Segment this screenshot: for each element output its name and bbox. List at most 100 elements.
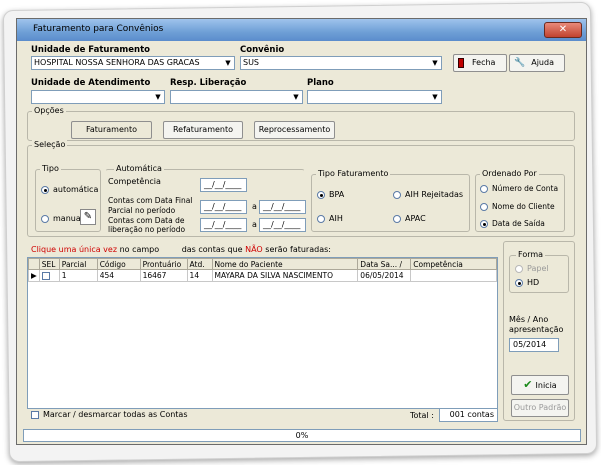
instruction-text: Clique uma única vez no campo das contas… bbox=[31, 245, 331, 254]
instruction-part3: das contas que bbox=[181, 245, 243, 254]
tipo-manual-radio[interactable] bbox=[41, 215, 49, 223]
mes-ano-input[interactable]: 05/2014 bbox=[509, 338, 559, 352]
competencia-input[interactable]: __/__/____ bbox=[200, 178, 247, 192]
fecha-button[interactable]: Fecha bbox=[453, 54, 507, 72]
grid-col-parcial[interactable]: Parcial bbox=[58, 258, 98, 270]
grid-col-data-saida[interactable]: Data Sa... / bbox=[357, 258, 412, 270]
apac-radio[interactable] bbox=[393, 215, 401, 223]
table-row[interactable]: ▶ 1 454 16467 14 MAYARA DA SILVA NASCIME… bbox=[28, 269, 497, 282]
bpa-radio[interactable] bbox=[317, 191, 325, 199]
parcial-to-input[interactable]: __/__/____ bbox=[259, 200, 306, 214]
instruction-part4: NÃO bbox=[245, 245, 263, 254]
opcoes-title: Opções bbox=[32, 106, 66, 115]
grid-col-prontuario[interactable]: Prontuário bbox=[139, 258, 188, 270]
grid-col-sel[interactable]: SEL bbox=[38, 258, 60, 270]
unidade-atendimento-combo[interactable]: ▼ bbox=[31, 90, 165, 104]
instruction-part2: no campo bbox=[119, 245, 160, 254]
forma-papel-label: Papel bbox=[527, 264, 549, 273]
forma-papel-radio[interactable] bbox=[515, 265, 523, 273]
tipo-automatica-radio[interactable] bbox=[41, 186, 49, 194]
chevron-down-icon[interactable]: ▼ bbox=[290, 91, 302, 103]
tipo-manual-label: manual bbox=[53, 214, 83, 223]
ordenado-por-title: Ordenado Por bbox=[480, 169, 539, 178]
liberacao-label-1: Contas com Data de bbox=[108, 216, 185, 225]
row-sel-cell[interactable] bbox=[38, 269, 60, 282]
plano-combo[interactable]: ▼ bbox=[307, 90, 442, 104]
ajuda-button[interactable]: 🔧 Ajuda bbox=[509, 54, 565, 72]
automatica-title: Automática bbox=[114, 164, 164, 173]
parcial-sep: a bbox=[252, 202, 257, 211]
total-label: Total : bbox=[410, 411, 434, 420]
data-saida-radio[interactable] bbox=[480, 220, 488, 228]
chevron-down-icon[interactable]: ▼ bbox=[222, 57, 234, 69]
outro-padrao-button[interactable]: Outro Padrão bbox=[511, 399, 569, 417]
row-sel-checkbox[interactable] bbox=[41, 272, 50, 280]
row-indicator-icon: ▶ bbox=[28, 269, 40, 282]
aih-label: AIH bbox=[329, 214, 343, 223]
faturamento-button[interactable]: Faturamento bbox=[71, 121, 152, 139]
data-saida-label: Data de Saída bbox=[492, 219, 545, 228]
forma-hd-radio[interactable] bbox=[515, 279, 523, 287]
help-icon: 🔧 bbox=[514, 58, 526, 68]
bpa-label: BPA bbox=[329, 190, 345, 199]
resp-liberacao-label: Resp. Liberação bbox=[170, 78, 247, 88]
inicia-button[interactable]: ✔ Inicia bbox=[511, 375, 569, 395]
unidade-faturamento-combo[interactable]: HOSPITAL NOSSA SENHORA DAS GRACAS ▼ bbox=[31, 56, 235, 70]
tipo-automatica-label: automática bbox=[53, 185, 99, 194]
grid-col-nome[interactable]: Nome do Paciente bbox=[211, 258, 359, 270]
nome-cliente-label: Nome do Cliente bbox=[492, 202, 555, 211]
row-prontuario-cell: 16467 bbox=[139, 269, 188, 282]
check-icon: ✔ bbox=[523, 378, 533, 391]
inicia-label: Inicia bbox=[535, 381, 557, 390]
numero-conta-radio[interactable] bbox=[480, 185, 488, 193]
competencia-label: Competência bbox=[108, 177, 161, 186]
chevron-down-icon[interactable]: ▼ bbox=[152, 91, 164, 103]
selecao-title: Seleção bbox=[32, 140, 68, 149]
title-bar: Faturamento para Convênios ✕ bbox=[17, 19, 586, 41]
accounts-grid[interactable]: SEL Parcial Código Prontuário Atd. Nome … bbox=[27, 257, 498, 409]
aih-radio[interactable] bbox=[317, 215, 325, 223]
plano-label: Plano bbox=[307, 78, 334, 88]
convenio-combo[interactable]: SUS ▼ bbox=[240, 56, 442, 70]
parcial-from-input[interactable]: __/__/____ bbox=[200, 200, 247, 214]
fecha-label: Fecha bbox=[472, 58, 496, 67]
forma-hd-label: HD bbox=[527, 278, 540, 287]
liberacao-to-input[interactable]: __/__/____ bbox=[259, 218, 306, 232]
convenio-value: SUS bbox=[243, 58, 260, 67]
mes-ano-label-2: apresentação bbox=[509, 325, 564, 334]
chevron-down-icon[interactable]: ▼ bbox=[429, 91, 441, 103]
convenio-label: Convênio bbox=[240, 45, 285, 55]
tipo-title: Tipo bbox=[40, 164, 61, 173]
marcar-todas-label: Marcar / desmarcar todas as Contas bbox=[43, 410, 188, 419]
grid-col-atd[interactable]: Atd. bbox=[186, 258, 213, 270]
mes-ano-label-1: Mês / Ano bbox=[509, 315, 549, 324]
window-title: Faturamento para Convênios bbox=[33, 24, 164, 34]
row-competencia-cell bbox=[410, 269, 497, 282]
liberacao-from-input[interactable]: __/__/____ bbox=[200, 218, 247, 232]
liberacao-label-2: liberação no período bbox=[108, 225, 186, 234]
grid-col-competencia[interactable]: Competência bbox=[410, 258, 497, 270]
forma-title: Forma bbox=[516, 250, 546, 259]
unidade-faturamento-label: Unidade de Faturamento bbox=[31, 45, 150, 55]
instruction-part5: serão faturadas: bbox=[265, 245, 331, 254]
aih-rejeitadas-label: AIH Rejeitadas bbox=[405, 190, 464, 199]
chevron-down-icon[interactable]: ▼ bbox=[429, 57, 441, 69]
row-nome-cell: MAYARA DA SILVA NASCIMENTO bbox=[211, 269, 359, 282]
select-accounts-icon[interactable]: ✎ bbox=[80, 209, 96, 225]
parcial-label-1: Contas com Data Final bbox=[108, 196, 193, 205]
row-parcial-cell: 1 bbox=[58, 269, 98, 282]
marcar-todas-checkbox[interactable] bbox=[31, 411, 39, 419]
instruction-part1: Clique uma única vez bbox=[31, 245, 118, 254]
grid-header-row: SEL Parcial Código Prontuário Atd. Nome … bbox=[28, 258, 497, 270]
progress-bar: 0% bbox=[23, 429, 581, 442]
apac-label: APAC bbox=[405, 214, 426, 223]
aih-rejeitadas-radio[interactable] bbox=[393, 191, 401, 199]
grid-col-codigo[interactable]: Código bbox=[96, 258, 141, 270]
resp-liberacao-combo[interactable]: ▼ bbox=[170, 90, 303, 104]
row-atd-cell: 14 bbox=[186, 269, 213, 282]
reprocessamento-button[interactable]: Reprocessamento bbox=[254, 121, 335, 139]
close-button[interactable]: ✕ bbox=[544, 22, 582, 38]
nome-cliente-radio[interactable] bbox=[480, 203, 488, 211]
refaturamento-button[interactable]: Refaturamento bbox=[163, 121, 243, 139]
unidade-atendimento-label: Unidade de Atendimento bbox=[31, 78, 151, 88]
